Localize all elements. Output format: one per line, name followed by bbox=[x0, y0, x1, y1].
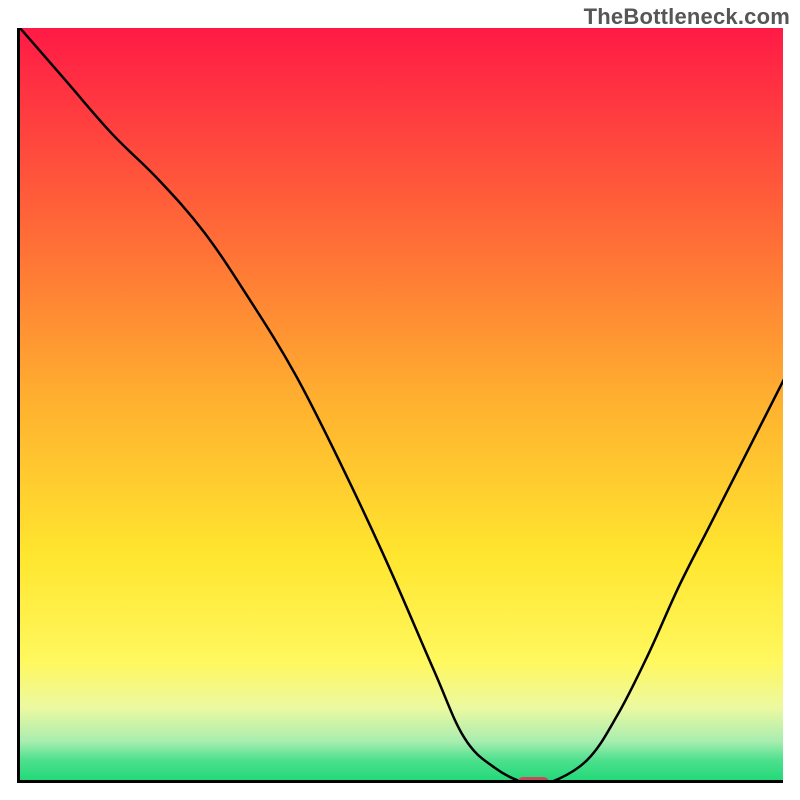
plot-area bbox=[17, 28, 783, 783]
gradient-background bbox=[20, 28, 783, 783]
optimal-marker bbox=[517, 777, 549, 783]
chart-container: TheBottleneck.com bbox=[0, 0, 800, 800]
watermark-text: TheBottleneck.com bbox=[584, 4, 790, 30]
chart-svg bbox=[20, 28, 783, 783]
